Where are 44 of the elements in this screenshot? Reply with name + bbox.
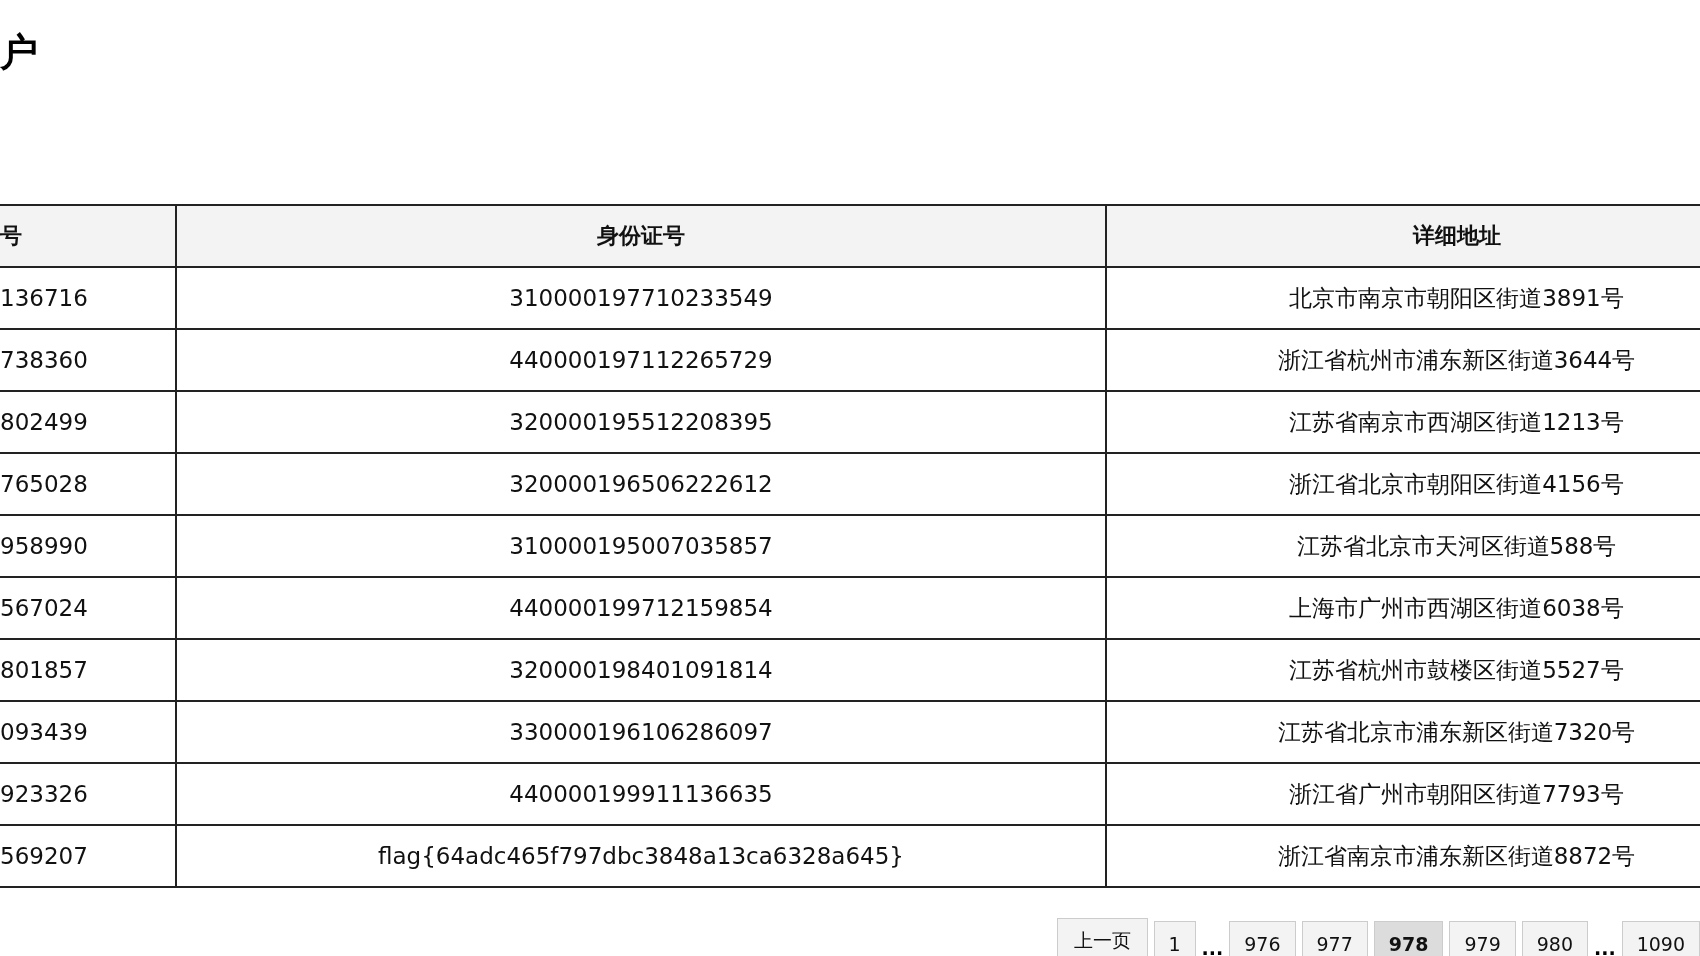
table-cell: 浙江省南京市浦东新区街道8872号 — [1106, 825, 1700, 887]
table-cell: 上海市广州市西湖区街道6038号 — [1106, 577, 1700, 639]
table-cell: 440000199712159854 — [176, 577, 1106, 639]
table-cell: 567024 — [0, 577, 176, 639]
table-cell: 569207 — [0, 825, 176, 887]
table-cell: 765028 — [0, 453, 176, 515]
table-cell: 320000196506222612 — [176, 453, 1106, 515]
table-cell: 江苏省北京市浦东新区街道7320号 — [1106, 701, 1700, 763]
column-header: 号 — [0, 205, 176, 267]
table-cell: 802499 — [0, 391, 176, 453]
pagination-ellipsis: ... — [1201, 936, 1224, 956]
table-cell: 江苏省杭州市鼓楼区街道5527号 — [1106, 639, 1700, 701]
table-cell: 093439 — [0, 701, 176, 763]
pagination-ellipsis: ... — [1594, 936, 1616, 956]
table-cell: 江苏省北京市天河区街道588号 — [1106, 515, 1700, 577]
page-title: 户 — [0, 30, 38, 74]
column-header: 详细地址 — [1106, 205, 1700, 267]
page-button[interactable]: 980 — [1521, 921, 1588, 956]
table-cell: 440000197112265729 — [176, 329, 1106, 391]
table-cell: 923326 — [0, 763, 176, 825]
table-cell: 136716 — [0, 267, 176, 329]
table-cell: 440000199911136635 — [176, 763, 1106, 825]
table-cell: 310000195007035857 — [176, 515, 1106, 577]
table-cell: 浙江省杭州市浦东新区街道3644号 — [1106, 329, 1700, 391]
table-cell: 310000197710233549 — [176, 267, 1106, 329]
table-cell: 浙江省广州市朝阳区街道7793号 — [1106, 763, 1700, 825]
table-cell: 江苏省南京市西湖区街道1213号 — [1106, 391, 1700, 453]
page-button[interactable]: 977 — [1301, 921, 1368, 956]
page-button[interactable]: 976 — [1229, 921, 1296, 956]
table-cell: 801857 — [0, 639, 176, 701]
page-button[interactable]: 1 — [1153, 921, 1196, 956]
table-cell: 北京市南京市朝阳区街道3891号 — [1106, 267, 1700, 329]
table-cell: 330000196106286097 — [176, 701, 1106, 763]
previous-page-button[interactable]: 上一页 — [1056, 918, 1148, 956]
table-cell: 738360 — [0, 329, 176, 391]
table-cell: 958990 — [0, 515, 176, 577]
page-button[interactable]: 978 — [1373, 921, 1444, 956]
table-cell: 320000195512208395 — [176, 391, 1106, 453]
table-cell: 320000198401091814 — [176, 639, 1106, 701]
table-cell: 浙江省北京市朝阳区街道4156号 — [1106, 453, 1700, 515]
page-button[interactable]: 1090 — [1621, 921, 1700, 956]
page-button[interactable]: 979 — [1449, 921, 1516, 956]
column-header: 身份证号 — [176, 205, 1106, 267]
table-cell: flag{64adc465f797dbc3848a13ca6328a645} — [176, 825, 1106, 887]
